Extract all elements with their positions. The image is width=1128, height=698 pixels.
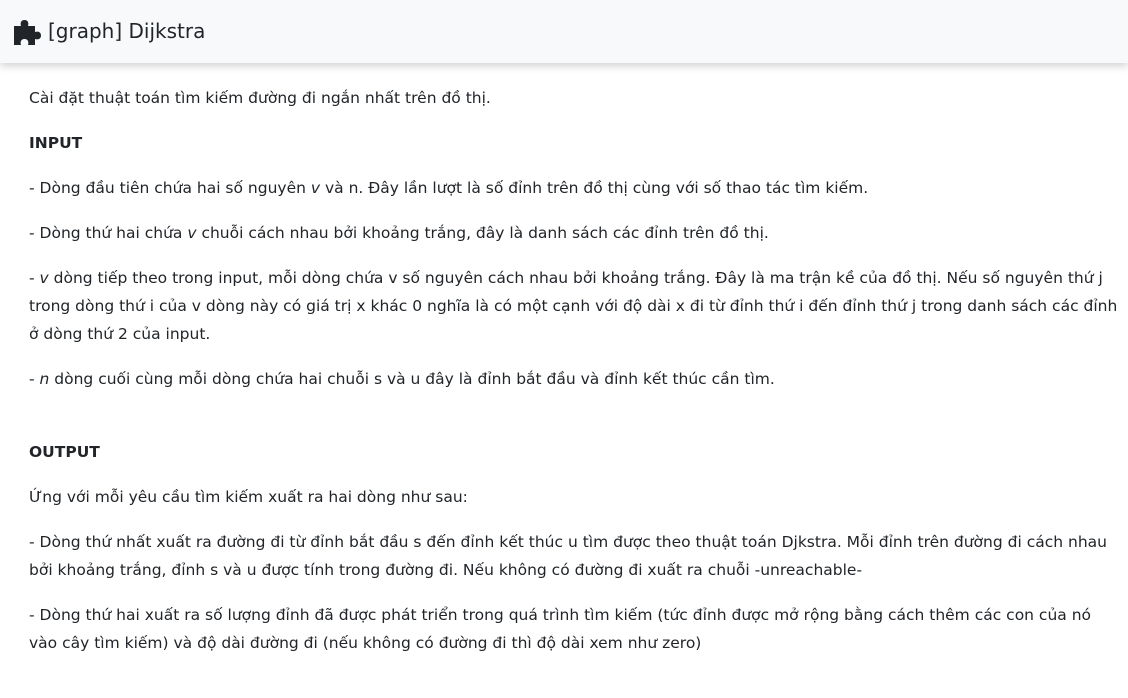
puzzle-piece-icon xyxy=(12,17,48,47)
input-line-2-a: - Dòng thứ hai chứa xyxy=(29,224,188,242)
input-heading: INPUT xyxy=(29,134,83,152)
page-header: [graph] Dijkstra xyxy=(0,0,1128,63)
input-line-3: - v dòng tiếp theo trong input, mỗi dòng… xyxy=(29,264,1119,348)
output-intro: Ứng với mỗi yêu cầu tìm kiếm xuất ra hai… xyxy=(29,488,468,506)
input-line-3-v: v xyxy=(39,269,49,287)
input-line-1: - Dòng đầu tiên chứa hai số nguyên v và … xyxy=(29,174,1119,202)
input-line-3-b: dòng tiếp theo trong input, mỗi dòng chứ… xyxy=(29,269,1118,343)
output-heading: OUTPUT xyxy=(29,443,100,461)
intro-text: Cài đặt thuật toán tìm kiếm đường đi ngắ… xyxy=(29,89,491,107)
input-line-2-v: v xyxy=(187,224,197,242)
input-line-2: - Dòng thứ hai chứa v chuỗi cách nhau bở… xyxy=(29,219,1119,247)
output-line-1: - Dòng thứ nhất xuất ra đường đi từ đỉnh… xyxy=(29,533,1107,579)
problem-statement: Cài đặt thuật toán tìm kiếm đường đi ngắ… xyxy=(29,84,1119,674)
input-line-4: - n dòng cuối cùng mỗi dòng chứa hai chu… xyxy=(29,365,1119,393)
input-line-1-v: v xyxy=(310,179,321,197)
input-line-4-a: - xyxy=(29,370,40,388)
page-title: [graph] Dijkstra xyxy=(48,18,206,43)
input-line-1-b: và n. Đây lần lượt là số đỉnh trên đồ th… xyxy=(320,179,869,197)
input-line-1-a: - Dòng đầu tiên chứa hai số nguyên xyxy=(29,179,311,197)
input-line-4-b: dòng cuối cùng mỗi dòng chứa hai chuỗi s… xyxy=(49,370,775,388)
input-line-3-a: - xyxy=(29,269,40,287)
output-line-2: - Dòng thứ hai xuất ra số lượng đỉnh đã … xyxy=(29,606,1092,652)
input-line-2-b: chuỗi cách nhau bởi khoảng trắng, đây là… xyxy=(196,224,769,242)
input-line-4-n: n xyxy=(39,370,50,388)
